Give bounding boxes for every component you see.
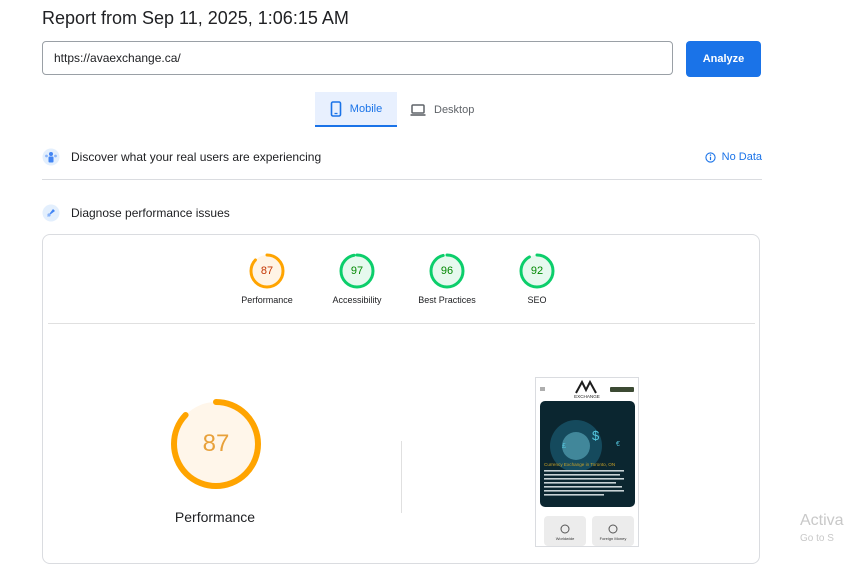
info-icon (705, 151, 716, 163)
activation-watermark-sub: Go to S (800, 533, 834, 544)
svg-text:£: £ (562, 443, 566, 450)
gauge-best-practices[interactable]: 96 Best Practices (407, 253, 487, 305)
vertical-divider (401, 441, 402, 513)
tab-desktop[interactable]: Desktop (410, 92, 474, 127)
hero-title: Currency Exchange in Toronto, ON (544, 462, 615, 467)
mobile-icon (330, 100, 342, 117)
gauge-value: 87 (260, 265, 274, 277)
svg-text:$: $ (592, 428, 600, 443)
lab-data-label: Diagnose performance issues (71, 206, 230, 220)
section-divider (42, 179, 762, 180)
users-icon (42, 148, 60, 166)
performance-score-large: 87 (202, 430, 230, 457)
url-input[interactable] (42, 41, 673, 75)
tab-desktop-label: Desktop (434, 103, 475, 116)
no-data-label: No Data (721, 151, 762, 163)
tile-label: Foreign Money (600, 536, 627, 541)
activation-watermark: Activa (800, 512, 844, 529)
performance-label-large: Performance (174, 509, 256, 525)
brand-text: EXCHANGE (574, 394, 600, 399)
gauge-label: Performance (241, 295, 293, 305)
desktop-icon (410, 103, 426, 116)
svg-text:€: € (616, 441, 620, 448)
diagnose-icon (42, 204, 60, 222)
tile-label: Worldwide (556, 536, 575, 541)
field-data-status: No Data (705, 151, 762, 163)
tab-mobile-label: Mobile (349, 102, 383, 115)
gauge-seo[interactable]: 92 SEO (497, 253, 577, 305)
gauge-label: Best Practices (418, 295, 476, 305)
gauge-label: SEO (527, 295, 547, 305)
gauge-value: 96 (440, 265, 454, 277)
analyze-button[interactable]: Analyze (686, 41, 761, 77)
gauge-label: Accessibility (332, 295, 382, 305)
screenshot-preview: EXCHANGE $ £ € Currency Exchange in Toro… (536, 378, 638, 546)
gauge-performance[interactable]: 87 Performance (227, 253, 307, 305)
field-data-label: Discover what your real users are experi… (71, 150, 322, 164)
tab-mobile[interactable]: Mobile (315, 92, 397, 127)
lab-data-row: Diagnose performance issues (42, 203, 762, 223)
page-screenshot: EXCHANGE $ £ € Currency Exchange in Toro… (535, 377, 639, 547)
page-title: Report from Sep 11, 2025, 1:06:15 AM (42, 8, 349, 28)
field-data-row: Discover what your real users are experi… (42, 147, 762, 167)
score-divider (48, 323, 755, 324)
gauge-value: 92 (530, 265, 544, 277)
gauge-accessibility[interactable]: 97 Accessibility (317, 253, 397, 305)
gauge-value: 97 (350, 265, 364, 277)
performance-gauge-large: 87 (170, 398, 262, 490)
